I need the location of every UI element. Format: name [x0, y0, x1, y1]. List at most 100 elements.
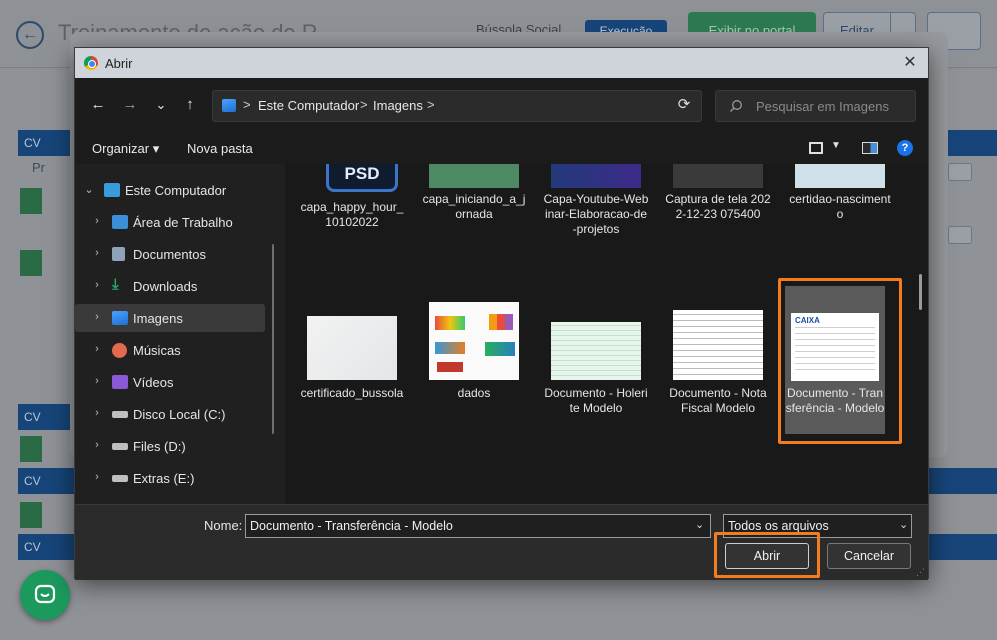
recent-locations-button[interactable]: ⌄ [150, 94, 172, 116]
breadcrumb-separator: > [243, 97, 251, 112]
file-item[interactable]: Capa-Youtube-Webinar-Elaboracao-de-proje… [541, 164, 651, 270]
refresh-button[interactable]: ⟳ [673, 94, 695, 116]
search-input[interactable]: Pesquisar em Imagens [756, 99, 889, 114]
sidebar-item-images[interactable]: › Imagens [75, 304, 265, 332]
dialog-title: Abrir [105, 56, 133, 71]
breadcrumb-separator: > [360, 97, 368, 112]
video-icon [112, 375, 128, 389]
sidebar-item-label: Disco Local (C:) [133, 407, 226, 422]
chevron-right-icon[interactable]: › [91, 279, 103, 291]
sidebar-item-videos[interactable]: › Vídeos [75, 368, 265, 396]
table-header-right [925, 468, 997, 494]
view-mode-icon[interactable] [809, 142, 823, 154]
file-name: Documento - Holerite Modelo [544, 386, 648, 415]
chevron-right-icon[interactable]: › [91, 343, 103, 355]
search-icon[interactable] [948, 163, 972, 181]
document-icon [20, 436, 42, 462]
computer-icon [104, 183, 120, 197]
sidebar-item-drive-c[interactable]: › Disco Local (C:) [75, 400, 265, 428]
file-grid: PSD capa_happy_hour_10102022 capa_inicia… [285, 164, 928, 504]
search-box[interactable]: Pesquisar em Imagens [715, 90, 916, 122]
navigation-pane: ⌄ Este Computador › Área de Trabalho › D… [75, 164, 283, 504]
organize-button[interactable]: Organizar ▾ [92, 141, 159, 157]
file-name: Capa-Youtube-Webinar-Elaboracao-de-proje… [543, 192, 649, 236]
help-icon[interactable]: ? [897, 140, 913, 156]
document-icon [20, 502, 42, 528]
filename-input[interactable]: Documento - Transferência - Modelo [245, 514, 711, 538]
close-button[interactable]: ✕ [900, 53, 920, 73]
file-name: certificado_bussola [300, 386, 404, 400]
sidebar-item-music[interactable]: › Músicas [75, 336, 265, 364]
up-button[interactable]: ↑ [179, 94, 201, 116]
thumbnail-art [437, 362, 463, 372]
file-item[interactable]: capa_iniciando_a_jornada [419, 164, 529, 270]
sidebar-item-drive-d[interactable]: › Files (D:) [75, 432, 265, 460]
table-header-right [925, 534, 997, 560]
navigation-bar: ← → ⌄ ↑ > Este Computador > Imagens > ⌄ … [75, 78, 928, 134]
file-name: Captura de tela 2022-12-23 075400 [665, 192, 771, 221]
chevron-right-icon[interactable]: › [91, 247, 103, 259]
side-tab: Pr [32, 160, 45, 175]
file-thumbnail [551, 322, 641, 380]
highlight-selected-file [778, 278, 902, 444]
file-thumbnail [429, 302, 519, 380]
thumbnail-art [435, 342, 465, 354]
chevron-right-icon[interactable]: › [91, 375, 103, 387]
psd-label: PSD [344, 164, 380, 183]
chat-icon [34, 584, 56, 604]
breadcrumb-this-pc[interactable]: Este Computador [258, 98, 359, 113]
file-item[interactable]: dados [419, 302, 529, 422]
file-item[interactable]: Captura de tela 2022-12-23 075400 [663, 164, 773, 270]
sidebar-item-desktop[interactable]: › Área de Trabalho [75, 208, 265, 236]
download-icon: ⤓ [112, 276, 119, 293]
chevron-right-icon[interactable]: › [91, 407, 103, 419]
desktop-icon [112, 215, 128, 229]
sidebar-item-downloads[interactable]: › ⤓ Downloads [75, 272, 265, 300]
search-icon[interactable] [948, 226, 972, 244]
file-grid-scrollbar[interactable] [919, 274, 922, 310]
chevron-down-icon[interactable]: ⌄ [899, 518, 908, 531]
forward-button[interactable]: → [119, 94, 141, 116]
file-name: capa_happy_hour_10102022 [300, 200, 404, 229]
chevron-right-icon[interactable]: › [91, 311, 103, 323]
file-item[interactable]: certificado_bussola [297, 302, 407, 422]
chrome-icon [84, 56, 98, 70]
cancel-button[interactable]: Cancelar [827, 543, 911, 569]
sidebar-item-documents[interactable]: › Documentos [75, 240, 265, 268]
document-icon [20, 188, 42, 214]
chevron-down-icon[interactable]: ⌄ [695, 518, 704, 531]
chevron-right-icon[interactable]: › [91, 439, 103, 451]
chevron-down-icon[interactable]: ▼ [831, 140, 841, 151]
psd-file-icon: PSD [326, 164, 398, 192]
filename-label: Nome: [204, 518, 243, 533]
chevron-right-icon[interactable]: › [91, 215, 103, 227]
sidebar-item-this-pc[interactable]: ⌄ Este Computador [75, 176, 265, 204]
file-item[interactable]: PSD capa_happy_hour_10102022 [297, 164, 407, 270]
sidebar-item-label: Músicas [133, 343, 181, 358]
file-item[interactable]: Documento - Holerite Modelo [541, 302, 651, 422]
back-arrow-icon[interactable]: ← [16, 21, 44, 49]
chat-button[interactable] [20, 570, 70, 620]
sidebar-scrollbar[interactable] [272, 244, 274, 434]
new-folder-button[interactable]: Nova pasta [187, 141, 253, 156]
dialog-titlebar: Abrir ✕ [75, 48, 928, 78]
file-item[interactable]: certidao-nascimento [785, 164, 895, 270]
breadcrumb-images[interactable]: Imagens [373, 98, 423, 113]
open-button[interactable]: Abrir [725, 543, 809, 569]
preview-pane-icon[interactable] [862, 142, 878, 154]
sidebar-item-label: Extras (E:) [133, 471, 195, 486]
file-name: Documento - Nota Fiscal Modelo [669, 386, 767, 415]
sidebar-item-drive-e[interactable]: › Extras (E:) [75, 464, 265, 492]
file-name: certidao-nascimento [789, 192, 891, 221]
dialog-footer: Nome: Documento - Transferência - Modelo… [75, 504, 928, 580]
thumbnail-art [489, 314, 513, 330]
resize-grip-icon[interactable]: ⋰ [916, 567, 925, 578]
chevron-down-icon[interactable]: ⌄ [83, 183, 95, 196]
address-bar[interactable]: > Este Computador > Imagens > ⌄ [212, 90, 788, 122]
file-item[interactable]: Documento - Nota Fiscal Modelo [663, 302, 773, 422]
sidebar-item-label: Este Computador [125, 183, 227, 198]
drive-icon [112, 475, 128, 482]
sidebar-item-label: Documentos [133, 247, 206, 262]
back-button[interactable]: ← [87, 94, 109, 116]
chevron-right-icon[interactable]: › [91, 471, 103, 483]
